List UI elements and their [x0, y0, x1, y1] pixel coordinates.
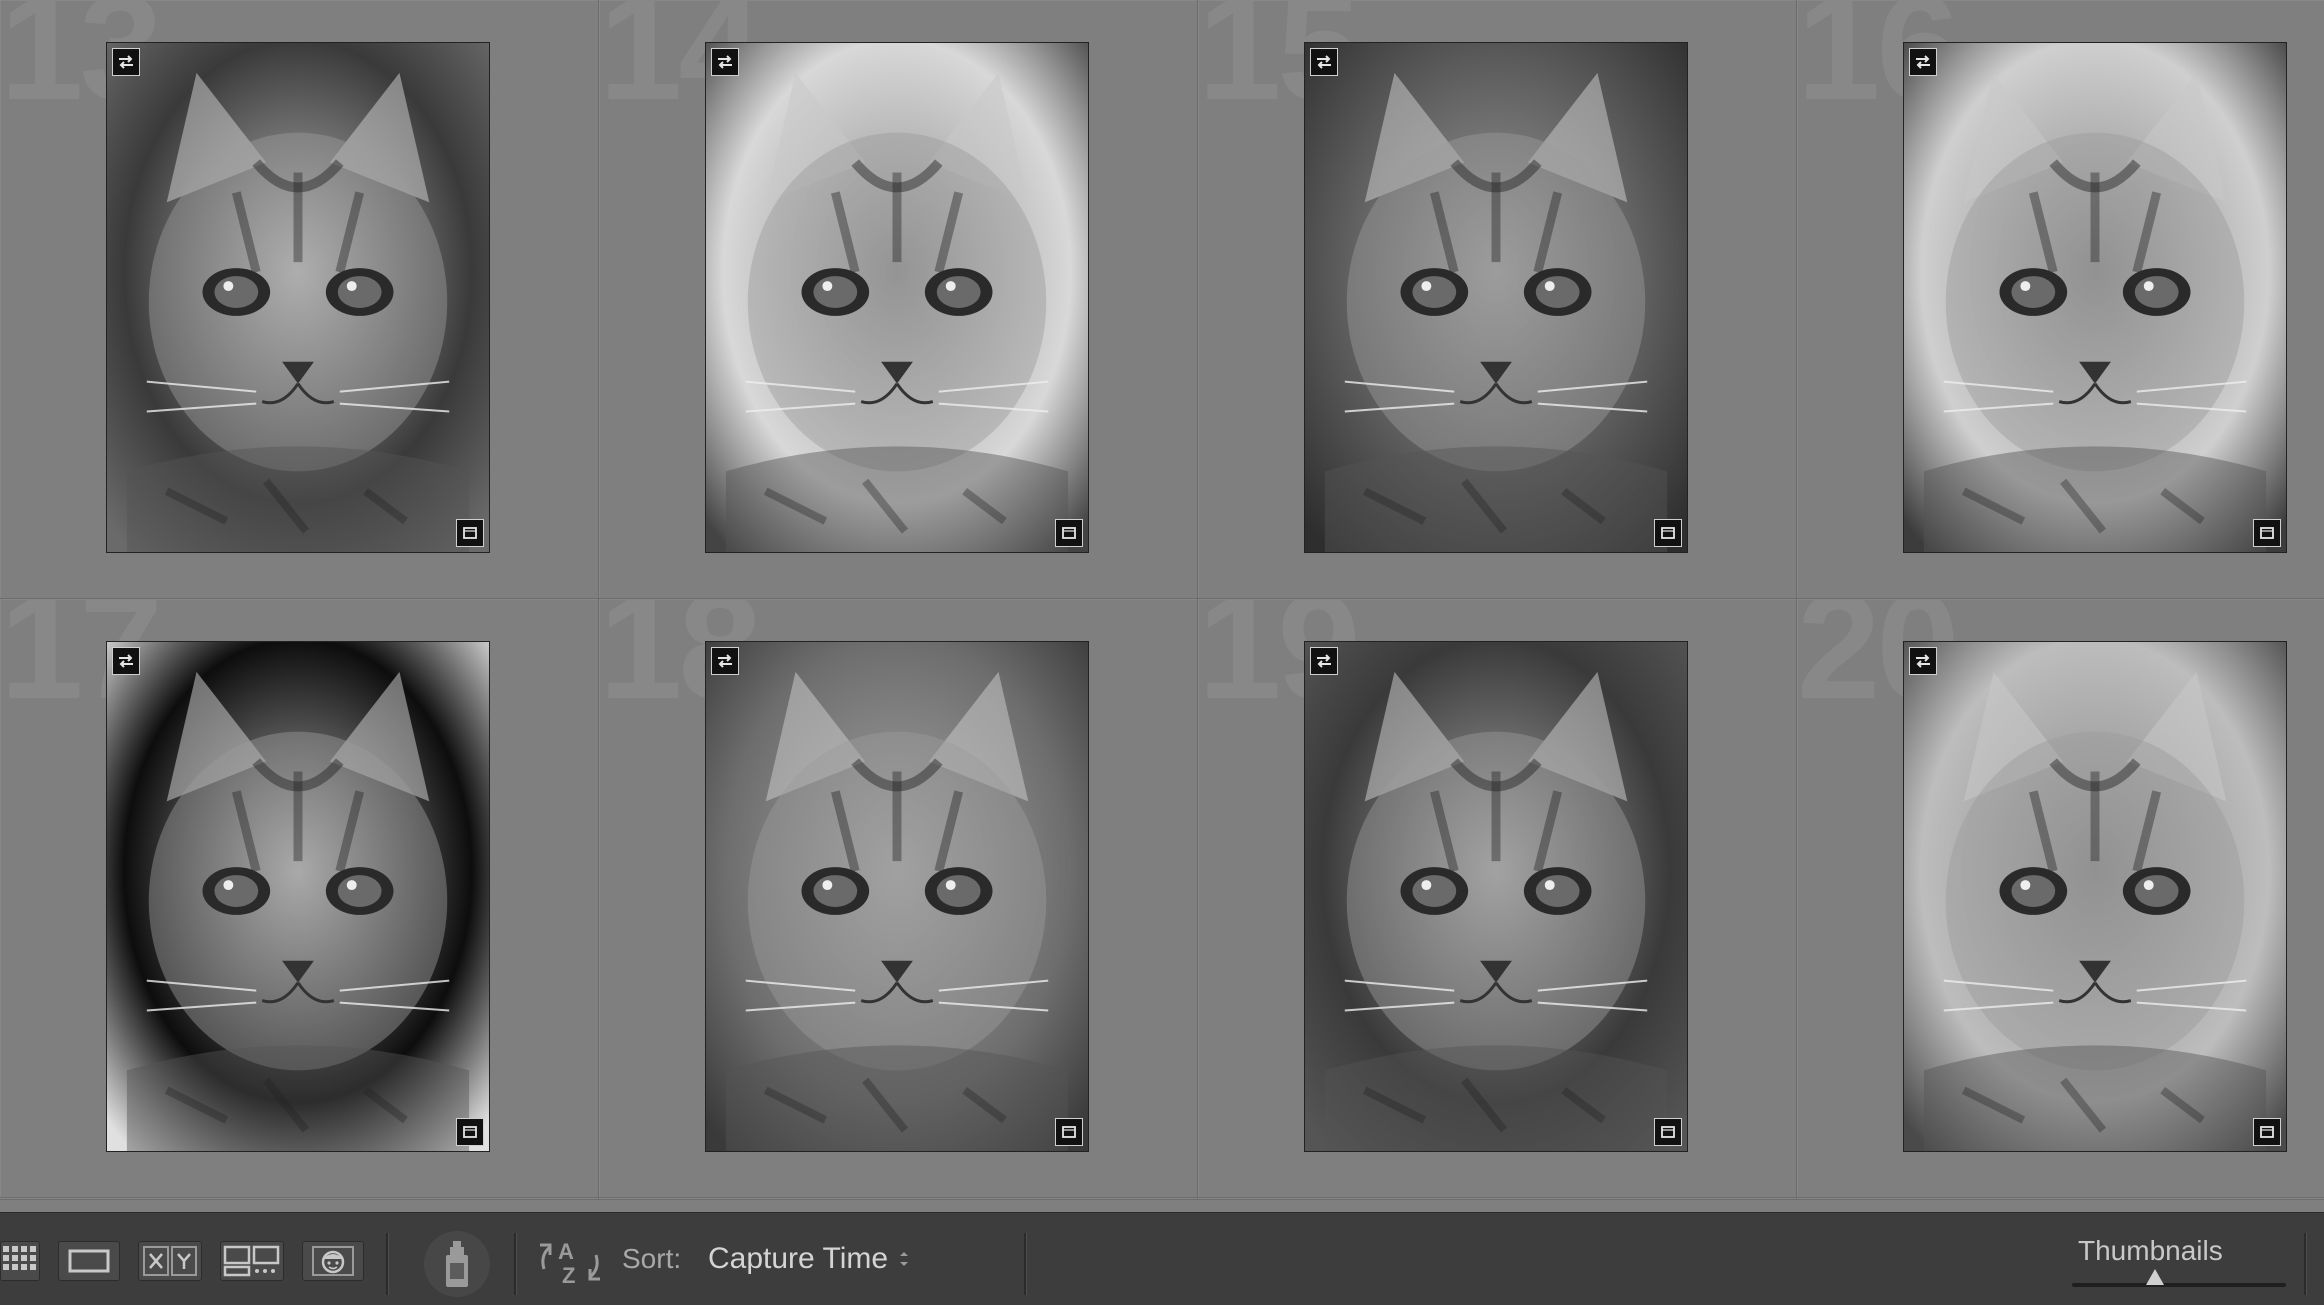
survey-view-button[interactable]	[220, 1241, 284, 1281]
crop-badge[interactable]	[1055, 1118, 1083, 1146]
grid-cell[interactable]: 14	[599, 0, 1198, 599]
grid-view-button[interactable]	[0, 1241, 40, 1281]
crop-badge[interactable]	[1654, 1118, 1682, 1146]
cat-photo	[706, 43, 1088, 552]
crop-badge[interactable]	[456, 1118, 484, 1146]
grid-cell-partial	[1198, 1198, 1797, 1200]
rotate-icon	[718, 55, 732, 69]
survey-view-icon	[223, 1245, 280, 1277]
thumbnail-size-slider[interactable]	[2072, 1269, 2286, 1287]
rotate-badge[interactable]	[1909, 647, 1937, 675]
grid-cell[interactable]: 19	[1198, 599, 1797, 1198]
sort-direction-button[interactable]: A Z	[536, 1235, 604, 1289]
crop-icon	[463, 527, 477, 539]
svg-text:A: A	[558, 1239, 574, 1264]
crop-icon	[1661, 527, 1675, 539]
rotate-icon	[119, 654, 133, 668]
spray-can-icon	[446, 1241, 468, 1287]
toolbar-separator	[386, 1233, 388, 1295]
sort-az-icon: A Z	[540, 1239, 600, 1288]
grid-view: 13 14 15 16 17 18 19 20	[0, 0, 2324, 1200]
loupe-view-icon	[68, 1249, 110, 1273]
photo-thumbnail[interactable]	[1903, 641, 2287, 1152]
filmstrip-toolbar: A Z Sort: Capture Time Thumbnails	[0, 1212, 2324, 1305]
rotate-icon	[1317, 654, 1331, 668]
grid-cell[interactable]: 13	[0, 0, 599, 599]
people-view-icon	[312, 1246, 354, 1276]
photo-thumbnail[interactable]	[705, 641, 1089, 1152]
painter-button[interactable]	[424, 1231, 490, 1297]
cat-photo	[1305, 642, 1687, 1151]
sort-label: Sort:	[622, 1243, 682, 1274]
thumbnails-label: Thumbnails	[2078, 1235, 2223, 1266]
compare-view-button[interactable]	[138, 1241, 202, 1281]
grid-view-icon	[3, 1246, 36, 1270]
chevron-updown-icon	[900, 1252, 909, 1266]
people-view-button[interactable]	[302, 1241, 364, 1281]
cat-photo	[1305, 43, 1687, 552]
crop-icon	[463, 1126, 477, 1138]
crop-icon	[1062, 527, 1076, 539]
crop-badge[interactable]	[2253, 519, 2281, 547]
sort-value: Capture Time	[708, 1242, 889, 1275]
photo-thumbnail[interactable]	[106, 641, 490, 1152]
rotate-badge[interactable]	[711, 48, 739, 76]
grid-cell[interactable]: 16	[1797, 0, 2324, 599]
grid-cell-partial	[599, 1198, 1198, 1200]
grid-cell[interactable]: 20	[1797, 599, 2324, 1198]
grid-cell-partial	[1797, 1198, 2324, 1200]
grid-cell[interactable]: 15	[1198, 0, 1797, 599]
rotate-badge[interactable]	[711, 647, 739, 675]
photo-thumbnail[interactable]	[106, 42, 490, 553]
cat-photo	[1904, 43, 2286, 552]
crop-icon	[2260, 1126, 2274, 1138]
crop-badge[interactable]	[2253, 1118, 2281, 1146]
cat-photo	[1904, 642, 2286, 1151]
photo-thumbnail[interactable]	[1903, 42, 2287, 553]
compare-view-icon	[143, 1246, 197, 1276]
rotate-badge[interactable]	[1310, 48, 1338, 76]
rotate-badge[interactable]	[1909, 48, 1937, 76]
grid-cell[interactable]: 17	[0, 599, 599, 1198]
sort-dropdown[interactable]: Capture Time	[708, 1237, 912, 1281]
rotate-badge[interactable]	[1310, 647, 1338, 675]
photo-thumbnail[interactable]	[705, 42, 1089, 553]
rotate-badge[interactable]	[112, 48, 140, 76]
crop-icon	[1661, 1126, 1675, 1138]
rotate-icon	[1916, 654, 1930, 668]
crop-badge[interactable]	[456, 519, 484, 547]
rotate-badge[interactable]	[112, 647, 140, 675]
rotate-icon	[1317, 55, 1331, 69]
toolbar-separator	[1024, 1233, 1026, 1295]
grid-cell-partial	[0, 1198, 599, 1200]
crop-icon	[1062, 1126, 1076, 1138]
crop-badge[interactable]	[1055, 519, 1083, 547]
svg-text:Z: Z	[562, 1263, 575, 1288]
crop-badge[interactable]	[1654, 519, 1682, 547]
crop-icon	[2260, 527, 2274, 539]
toolbar-separator	[2304, 1233, 2306, 1295]
rotate-icon	[718, 654, 732, 668]
loupe-view-button[interactable]	[58, 1241, 120, 1281]
cat-photo	[706, 642, 1088, 1151]
photo-thumbnail[interactable]	[1304, 641, 1688, 1152]
photo-thumbnail[interactable]	[1304, 42, 1688, 553]
thumbnail-size-slider-thumb[interactable]	[2146, 1269, 2165, 1285]
cat-photo	[107, 43, 489, 552]
grid-cell[interactable]: 18	[599, 599, 1198, 1198]
cat-photo	[107, 642, 489, 1151]
rotate-icon	[1916, 55, 1930, 69]
rotate-icon	[119, 55, 133, 69]
toolbar-separator	[514, 1233, 516, 1295]
